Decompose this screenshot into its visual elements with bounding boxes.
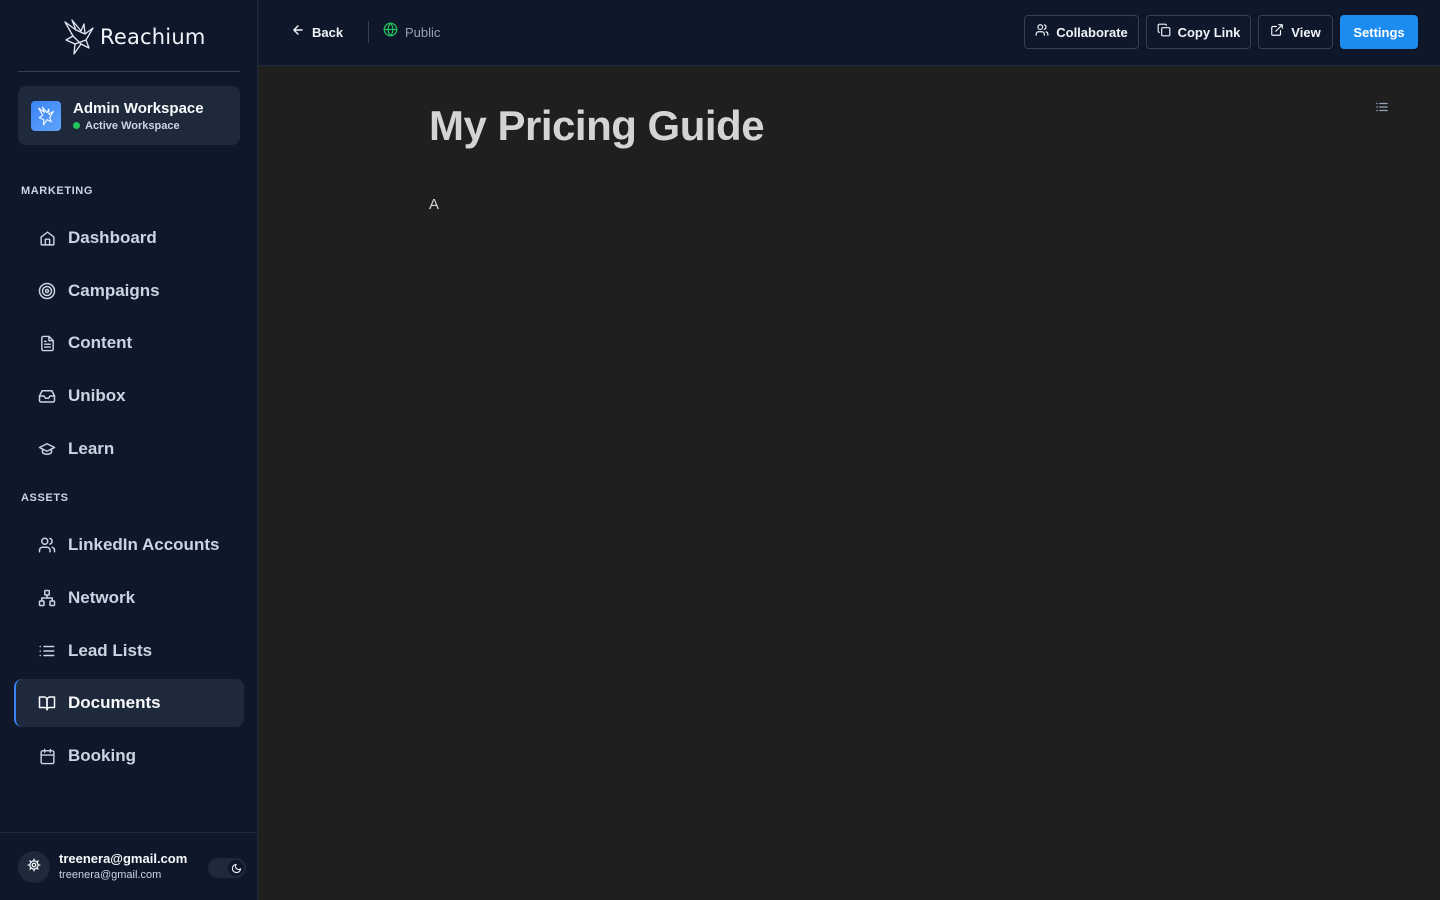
sidebar-item-content[interactable]: Content — [14, 319, 244, 367]
list-icon — [1375, 100, 1389, 119]
copy-link-button[interactable]: Copy Link — [1146, 15, 1251, 49]
user-settings-button[interactable] — [18, 851, 50, 883]
document-body[interactable]: A — [429, 196, 439, 213]
sidebar-item-learn[interactable]: Learn — [14, 425, 244, 473]
sidebar-item-dashboard[interactable]: Dashboard — [14, 214, 244, 262]
target-icon — [38, 282, 56, 300]
inbox-icon — [38, 387, 56, 405]
back-label: Back — [312, 24, 344, 40]
network-icon — [38, 589, 56, 607]
workspace-switcher[interactable]: Admin Workspace Active Workspace — [18, 86, 240, 145]
user-email-primary: treenera@gmail.com — [59, 851, 188, 866]
section-label-assets: ASSETS — [21, 492, 69, 504]
visibility-label: Public — [405, 24, 441, 40]
copy-icon — [1157, 23, 1171, 42]
theme-toggle[interactable] — [208, 858, 246, 878]
back-button[interactable]: Back — [291, 21, 343, 43]
external-link-icon — [1270, 23, 1284, 42]
sidebar-item-label: Network — [68, 588, 136, 607]
workspace-avatar — [31, 100, 61, 131]
copy-link-label: Copy Link — [1177, 24, 1241, 40]
sidebar-item-label: Documents — [68, 693, 161, 712]
sidebar-item-label: Unibox — [68, 386, 126, 405]
workspace-status: Active Workspace — [73, 120, 204, 132]
users-icon — [38, 536, 56, 554]
workspace-status-text: Active Workspace — [85, 119, 180, 132]
brand-divider — [18, 71, 240, 72]
sidebar-item-documents[interactable]: Documents — [14, 679, 244, 727]
table-of-contents-button[interactable] — [1373, 100, 1391, 118]
visibility-status[interactable]: Public — [383, 21, 440, 43]
globe-icon — [383, 22, 398, 42]
sidebar: Reachium Admin Workspace Active Workspac… — [0, 0, 258, 900]
collaborate-button[interactable]: Collaborate — [1024, 15, 1139, 49]
reachium-logo-icon — [62, 18, 96, 56]
user-email-secondary: treenera@gmail.com — [59, 869, 162, 881]
sidebar-item-booking[interactable]: Booking — [14, 732, 244, 780]
brand-name: Reachium — [100, 25, 206, 49]
document-toolbar: Back Public Collaborate Copy Link View S… — [259, 0, 1440, 66]
sidebar-item-unibox[interactable]: Unibox — [14, 372, 244, 420]
sidebar-item-label: Learn — [68, 439, 115, 458]
home-icon — [38, 229, 56, 247]
users-icon — [1035, 23, 1049, 42]
sidebar-item-label: LinkedIn Accounts — [68, 535, 220, 554]
document-title[interactable]: My Pricing Guide — [429, 102, 765, 150]
sidebar-item-label: Booking — [68, 746, 136, 765]
gear-icon — [27, 858, 41, 877]
file-text-icon — [38, 334, 56, 352]
status-dot-icon — [73, 122, 80, 129]
sidebar-item-label: Content — [68, 333, 133, 352]
view-label: View — [1291, 24, 1321, 40]
section-label-marketing: MARKETING — [21, 185, 94, 197]
arrow-left-icon — [291, 23, 305, 42]
brand[interactable]: Reachium — [62, 17, 206, 57]
sidebar-item-label: Dashboard — [68, 228, 157, 247]
user-footer: treenera@gmail.com treenera@gmail.com — [0, 832, 258, 900]
graduation-cap-icon — [38, 440, 56, 458]
list-icon — [38, 642, 56, 660]
sidebar-item-lead-lists[interactable]: Lead Lists — [14, 627, 244, 675]
collaborate-label: Collaborate — [1056, 24, 1128, 40]
sidebar-item-network[interactable]: Network — [14, 574, 244, 622]
toolbar-divider — [368, 21, 369, 43]
workspace-name: Admin Workspace — [73, 99, 204, 117]
view-button[interactable]: View — [1258, 15, 1333, 49]
moon-icon — [228, 860, 244, 876]
sidebar-item-label: Lead Lists — [68, 641, 153, 660]
book-open-icon — [38, 694, 56, 712]
sidebar-item-campaigns[interactable]: Campaigns — [14, 267, 244, 315]
sidebar-item-linkedin-accounts[interactable]: LinkedIn Accounts — [14, 521, 244, 569]
sidebar-item-label: Campaigns — [68, 281, 160, 300]
settings-label: Settings — [1353, 24, 1405, 40]
calendar-icon — [38, 747, 56, 765]
settings-button[interactable]: Settings — [1340, 15, 1418, 49]
